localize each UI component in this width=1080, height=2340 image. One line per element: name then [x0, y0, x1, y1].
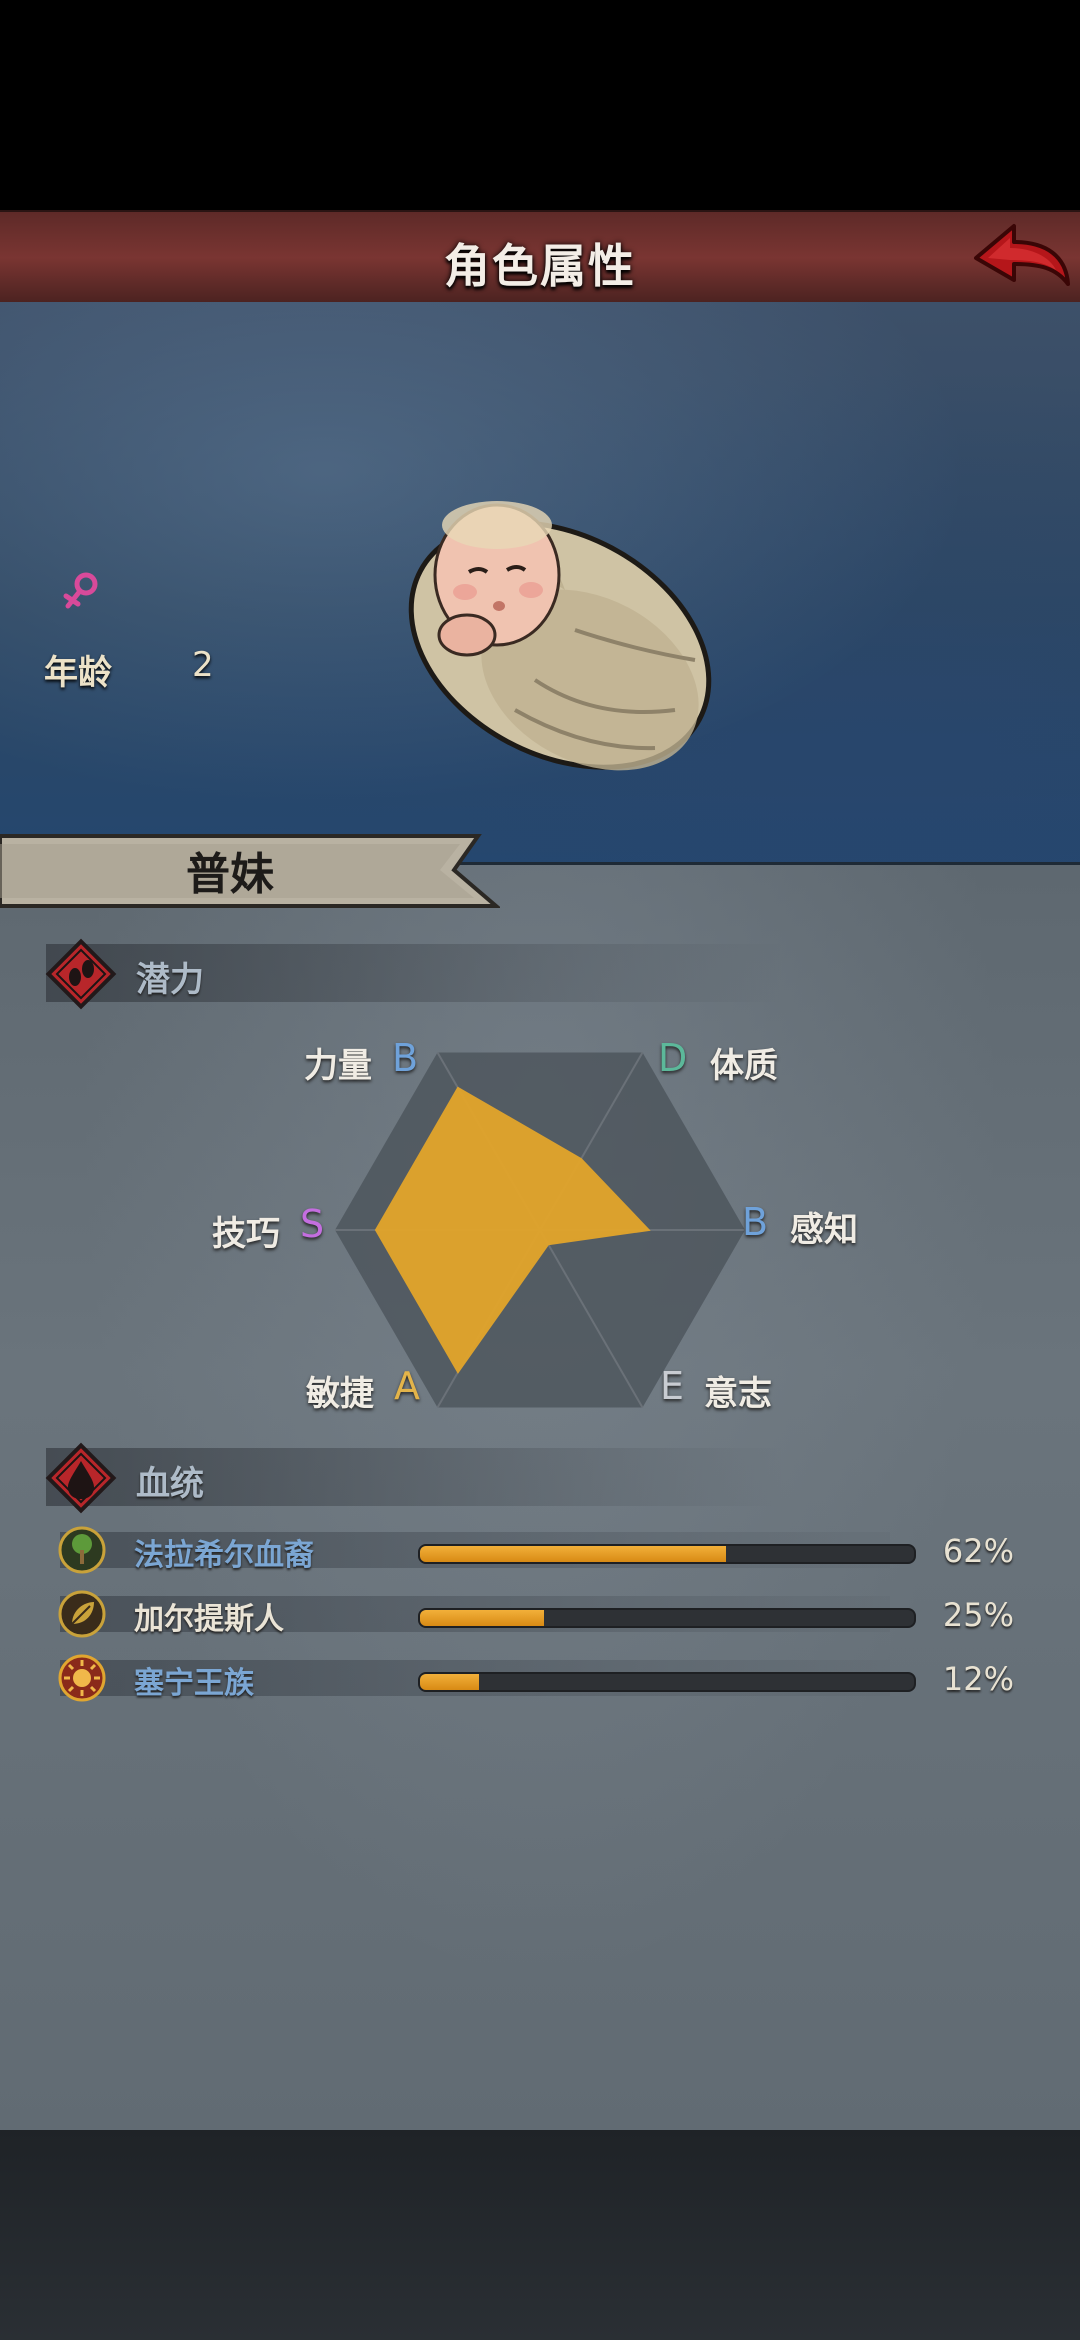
bloodline-progress-bar — [418, 1608, 916, 1628]
age-label: 年龄 — [44, 653, 112, 693]
bloodline-row: 法拉希尔血裔 62% — [0, 1524, 1080, 1580]
bloodline-progress-bar — [418, 1672, 916, 1692]
bloodline-percent: 12% — [942, 1660, 1014, 1698]
stat-label-perception: 感知 — [790, 1210, 858, 1250]
grade-agility: A — [394, 1364, 420, 1408]
bottom-bar — [0, 2130, 1080, 2340]
stat-label-agility: 敏捷 — [306, 1374, 374, 1414]
female-symbol-icon — [63, 572, 98, 609]
character-name: 普妹 — [186, 849, 274, 900]
stat-label-willpower: 意志 — [704, 1374, 772, 1414]
grade-strength: B — [392, 1036, 419, 1080]
tree-emblem-icon — [58, 1526, 106, 1574]
bloodline-percent: 62% — [942, 1532, 1014, 1570]
title-bar: 角色属性 — [0, 210, 1080, 308]
bloodline-name: 塞宁王族 — [134, 1666, 254, 1701]
blood-drop-diamond-icon — [45, 1442, 117, 1514]
status-bar-area — [0, 0, 1080, 210]
grade-willpower: E — [660, 1364, 685, 1408]
grade-skill: S — [300, 1202, 325, 1246]
grade-perception: B — [742, 1200, 769, 1244]
bloodline-progress-bar — [418, 1544, 916, 1564]
bloodline-name: 法拉希尔血裔 — [134, 1538, 314, 1573]
stat-label-constitution: 体质 — [710, 1046, 778, 1086]
bloodline-row: 加尔提斯人 25% — [0, 1588, 1080, 1644]
grade-constitution: D — [658, 1036, 688, 1080]
leaf-emblem-icon — [58, 1590, 106, 1638]
bloodline-name: 加尔提斯人 — [134, 1602, 284, 1637]
bloodline-percent: 25% — [942, 1596, 1014, 1634]
bloodline-row: 塞宁王族 12% — [0, 1652, 1080, 1708]
footprint-diamond-icon — [45, 938, 117, 1010]
potential-title: 潜力 — [136, 960, 204, 1000]
page-title: 角色属性 — [444, 239, 636, 293]
sun-emblem-icon — [58, 1654, 106, 1702]
stat-label-strength: 力量 — [304, 1046, 372, 1086]
swaddled-baby-portrait — [408, 501, 712, 771]
age-value: 2 — [192, 645, 214, 685]
bloodline-title: 血统 — [136, 1464, 204, 1504]
back-arrow-icon[interactable] — [968, 218, 1072, 298]
stat-label-skill: 技巧 — [212, 1214, 280, 1254]
